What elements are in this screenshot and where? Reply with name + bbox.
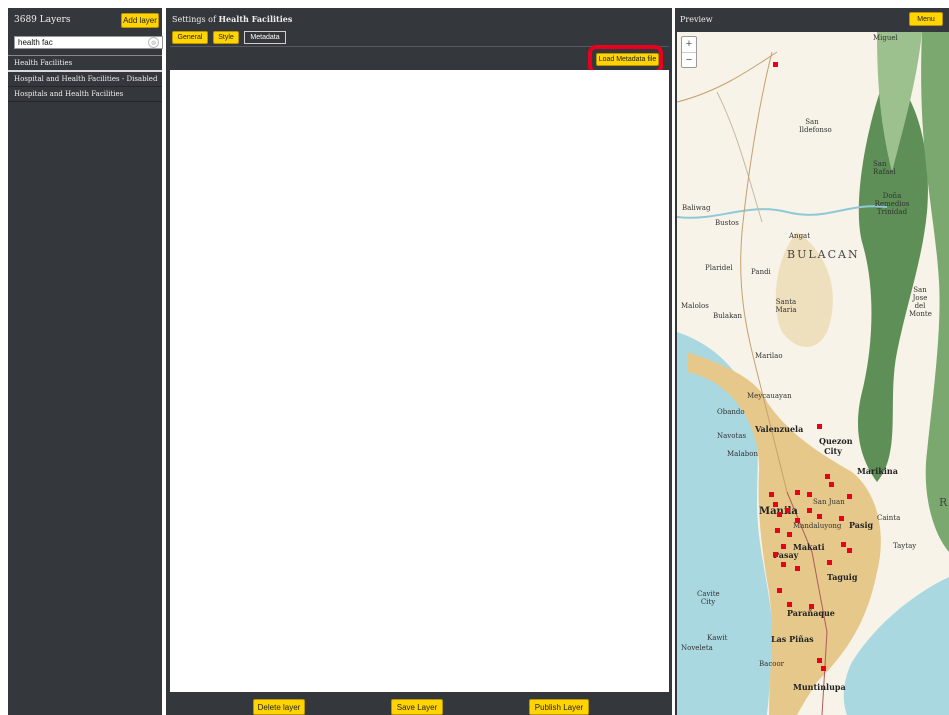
facility-marker[interactable] bbox=[773, 552, 778, 557]
settings-title: Settings of Health Facilities bbox=[172, 14, 292, 24]
facility-marker[interactable] bbox=[809, 604, 814, 609]
preview-panel: Preview Menu + − Miguel San Ildefonso Sa… bbox=[675, 8, 949, 715]
facility-marker[interactable] bbox=[839, 516, 844, 521]
facility-marker[interactable] bbox=[829, 482, 834, 487]
facility-marker[interactable] bbox=[827, 560, 832, 565]
map-label-santa-maria: Santa Maria bbox=[775, 298, 797, 314]
map-label-marilao: Marilao bbox=[755, 352, 783, 360]
facility-marker[interactable] bbox=[781, 562, 786, 567]
settings-title-layer: Health Facilities bbox=[218, 14, 293, 24]
facility-marker[interactable] bbox=[785, 508, 790, 513]
map-label-mandaluyong: Mandaluyong bbox=[793, 522, 842, 530]
facility-marker[interactable] bbox=[817, 424, 822, 429]
facility-marker[interactable] bbox=[787, 532, 792, 537]
facility-marker[interactable] bbox=[777, 512, 782, 517]
map-label-san-rafael: San Rafael bbox=[873, 160, 896, 176]
map-label-pasig: Pasig bbox=[849, 520, 874, 530]
layer-item-hospital-disabled[interactable]: Hospital and Health Facilities - Disable… bbox=[8, 72, 162, 87]
publish-layer-button[interactable]: Publish Layer bbox=[529, 699, 589, 715]
map-label-valenzuela: Valenzuela bbox=[755, 424, 804, 434]
map-label-cavite-city: Cavite City bbox=[697, 590, 720, 606]
tab-general[interactable]: General bbox=[172, 31, 208, 44]
map-label-las-pinas: Las Piñas bbox=[771, 634, 814, 644]
delete-layer-button[interactable]: Delete layer bbox=[253, 699, 305, 715]
map-label-malabon: Malabon bbox=[727, 450, 758, 458]
facility-marker[interactable] bbox=[807, 492, 812, 497]
facility-marker[interactable] bbox=[795, 490, 800, 495]
menu-button[interactable]: Menu bbox=[909, 12, 943, 26]
facility-marker[interactable] bbox=[795, 518, 800, 523]
layer-search-input[interactable] bbox=[14, 36, 163, 49]
map-label-quezon-city: Quezon City bbox=[819, 436, 853, 456]
map-label-baliwag: Baliwag bbox=[682, 204, 711, 212]
zoom-control: + − bbox=[681, 36, 697, 68]
map-label-san-juan: San Juan bbox=[813, 498, 845, 506]
add-layer-button[interactable]: Add layer bbox=[121, 13, 159, 28]
facility-marker[interactable] bbox=[841, 542, 846, 547]
layer-item-hospitals[interactable]: Hospitals and Health Facilities bbox=[8, 87, 162, 102]
facility-marker[interactable] bbox=[777, 588, 782, 593]
map-label-muntinlupa: Muntinlupa bbox=[793, 682, 846, 692]
zoom-out-icon[interactable]: − bbox=[682, 52, 696, 68]
map-label-san-jose: San Jose del Monte bbox=[909, 286, 932, 318]
facility-marker[interactable] bbox=[781, 544, 786, 549]
layer-item-health-facilities[interactable]: Health Facilities bbox=[8, 55, 162, 72]
map-label-obando: Obando bbox=[717, 408, 745, 416]
facility-marker[interactable] bbox=[847, 548, 852, 553]
tab-metadata[interactable]: Metadata bbox=[244, 31, 286, 44]
map-label-miguel: Miguel bbox=[873, 34, 898, 42]
map-label-san-ildefonso: San Ildefonso bbox=[799, 118, 832, 134]
zoom-in-icon[interactable]: + bbox=[682, 37, 696, 52]
map-label-pandi: Pandi bbox=[751, 268, 771, 276]
map-label-cainta: Cainta bbox=[877, 514, 901, 522]
facility-marker[interactable] bbox=[821, 666, 826, 671]
save-layer-button[interactable]: Save Layer bbox=[391, 699, 443, 715]
map-label-angat: Angat bbox=[789, 232, 811, 240]
map-label-marikina: Marikina bbox=[857, 466, 898, 476]
map-label-r: R bbox=[939, 496, 949, 509]
preview-title: Preview bbox=[680, 15, 713, 24]
map-label-navotas: Navotas bbox=[717, 432, 747, 440]
facility-marker[interactable] bbox=[795, 566, 800, 571]
map-view[interactable]: + − Miguel San Ildefonso San Rafael Doña… bbox=[677, 32, 949, 715]
map-label-malolos: Malolos bbox=[681, 302, 709, 310]
facility-marker[interactable] bbox=[769, 492, 774, 497]
facility-marker[interactable] bbox=[787, 602, 792, 607]
map-label-bacoor: Bacoor bbox=[759, 660, 785, 668]
facility-marker[interactable] bbox=[825, 474, 830, 479]
metadata-editor[interactable] bbox=[170, 70, 669, 692]
map-label-taguig: Taguig bbox=[827, 572, 858, 582]
map-label-taytay: Taytay bbox=[893, 542, 917, 550]
facility-marker[interactable] bbox=[807, 508, 812, 513]
tab-style[interactable]: Style bbox=[213, 31, 239, 44]
map-label-bulakan: Bulakan bbox=[713, 312, 742, 320]
map-label-bustos: Bustos bbox=[715, 219, 739, 227]
settings-title-prefix: Settings of bbox=[172, 15, 219, 24]
map-label-meycauayan: Meycauayan bbox=[747, 392, 792, 400]
layer-list: Health Facilities Hospital and Health Fa… bbox=[8, 55, 162, 102]
settings-panel: Settings of Health Facilities General St… bbox=[166, 8, 672, 715]
map-label-noveleta: Noveleta bbox=[681, 644, 713, 652]
map-label-bulacan: BULACAN bbox=[787, 248, 860, 261]
clear-search-icon[interactable]: ⊗ bbox=[148, 37, 159, 48]
facility-marker[interactable] bbox=[817, 514, 822, 519]
map-label-plaridel: Plaridel bbox=[705, 264, 733, 272]
facility-marker[interactable] bbox=[847, 494, 852, 499]
facility-marker[interactable] bbox=[773, 62, 778, 67]
layers-panel: 3689 Layers Add layer ⊗ Health Facilitie… bbox=[8, 8, 163, 715]
map-label-dona-remedios: Doña Remedios Trinidad bbox=[874, 192, 910, 216]
facility-marker[interactable] bbox=[775, 528, 780, 533]
layers-count-title: 3689 Layers bbox=[14, 15, 71, 25]
facility-marker[interactable] bbox=[817, 658, 822, 663]
facility-marker[interactable] bbox=[773, 502, 778, 507]
map-label-paranaque: Parañaque bbox=[787, 608, 835, 618]
map-label-kawit: Kawit bbox=[707, 634, 728, 642]
